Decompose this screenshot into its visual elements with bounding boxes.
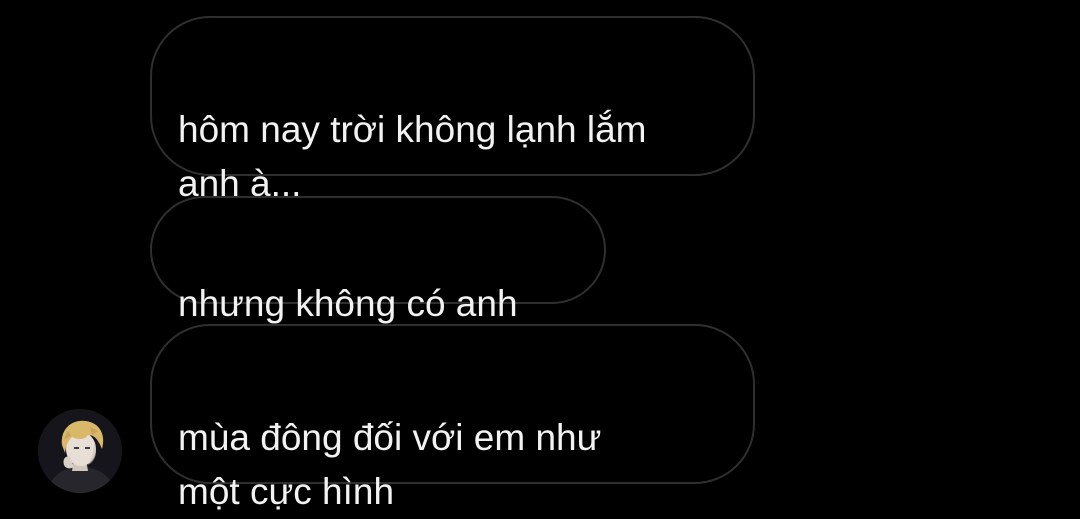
sender-avatar[interactable]	[38, 409, 122, 493]
message-bubble[interactable]: mùa đông đối với em như một cực hình	[150, 324, 755, 512]
avatar-portrait-icon	[38, 409, 122, 493]
message-text: nhưng không có anh	[178, 283, 518, 324]
message-text: mùa đông đối với em như một cực hình	[178, 417, 602, 512]
message-bubble[interactable]: hôm nay trời không lạnh lắm anh à...	[150, 16, 755, 204]
message-bubble[interactable]: nhưng không có anh	[150, 196, 606, 324]
message-text: hôm nay trời không lạnh lắm anh à...	[178, 109, 647, 204]
